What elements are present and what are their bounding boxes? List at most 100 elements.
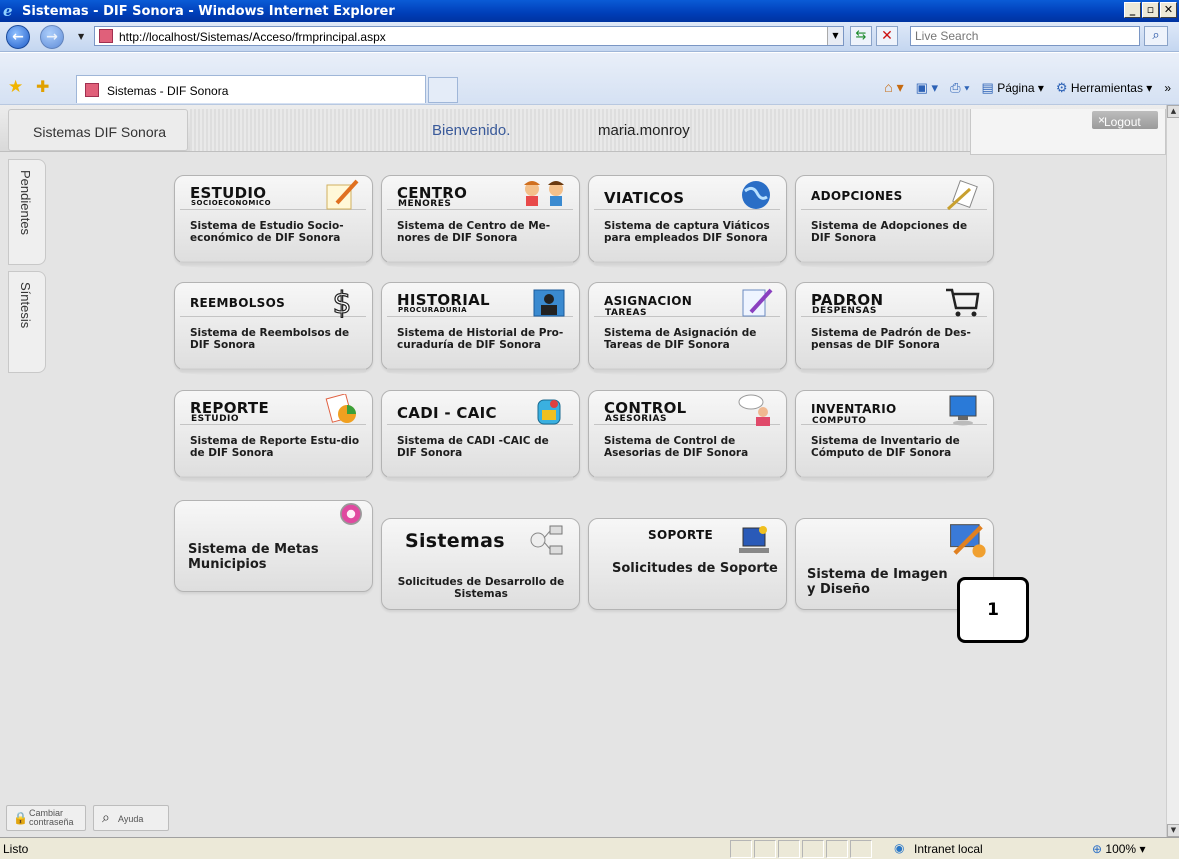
- tile-centro-menores[interactable]: CENTRO MENORES Sistema de Centro de Me-n…: [381, 175, 580, 269]
- vertical-scrollbar[interactable]: ▲ ▼: [1166, 105, 1179, 837]
- tile-viaticos[interactable]: VIATICOS Sistema de captura Viáticos par…: [588, 175, 787, 269]
- status-text: Listo: [3, 842, 29, 856]
- tile-control[interactable]: CONTROL ASESORIAS Sistema de Control de …: [588, 390, 787, 484]
- task-edit-icon: [742, 288, 773, 317]
- tile-historial[interactable]: HISTORIAL PROCURADURIA Sistema de Histor…: [381, 282, 580, 376]
- documents-icon: [946, 179, 978, 211]
- site-favicon-icon: [99, 29, 113, 43]
- security-zone[interactable]: ◉ Intranet local: [892, 840, 1072, 858]
- backpack-icon: [537, 399, 561, 425]
- scroll-down-button[interactable]: ▼: [1167, 824, 1179, 837]
- page-tab[interactable]: Sistemas - DIF Sonora: [76, 75, 426, 103]
- tile-header: Sistemas: [405, 530, 505, 552]
- tab-pendientes[interactable]: Pendientes: [8, 159, 46, 265]
- tile-reembolsos[interactable]: REEMBOLSOS Sistema de Reembolsos de DIF …: [174, 282, 373, 376]
- tile-title: CADI - CAIC: [397, 404, 497, 422]
- page-menu[interactable]: ▤ Página ▾: [982, 80, 1044, 96]
- search-box[interactable]: [910, 26, 1140, 46]
- change-password-label: Cambiar contraseña: [29, 808, 74, 827]
- ie-logo-icon: e: [3, 2, 13, 20]
- tile-description: Sistema de Imagen y Diseño: [807, 567, 948, 597]
- welcome-bar: Bienvenido. maria.monroy: [190, 109, 970, 151]
- dollar-icon: $: [332, 286, 352, 318]
- tile-description: Sistema de Padrón de Des-pensas de DIF S…: [811, 327, 971, 351]
- notepad-pencil-icon: [326, 179, 359, 210]
- new-tab-button[interactable]: [428, 77, 458, 103]
- back-button[interactable]: ←: [6, 25, 30, 49]
- tile-subtitle: ESTUDIO: [191, 414, 240, 424]
- tile-metas-municipios[interactable]: Sistema de Metas Municipios: [174, 500, 373, 594]
- url-text: http://localhost/Sistemas/Acceso/frmprin…: [119, 30, 386, 44]
- tile-subtitle: SOCIOECONOMICO: [191, 199, 272, 207]
- tile-description: Sistema de Inventario de Cómputo de DIF …: [811, 435, 960, 459]
- tile-description: Sistema de Adopciones de DIF Sonora: [811, 220, 968, 244]
- tile-subtitle: DESPENSAS: [812, 306, 877, 316]
- address-bar-row: ← → ▼ http://localhost/Sistemas/Acceso/f…: [0, 22, 1179, 52]
- tile-subtitle: ASESORIAS: [605, 414, 667, 424]
- tile-description: Sistema de Reporte Estu-dio de DIF Sonor…: [190, 435, 360, 459]
- refresh-button[interactable]: ⇆: [850, 26, 872, 46]
- person-folder-icon: [533, 289, 565, 317]
- forward-button[interactable]: →: [40, 25, 64, 49]
- tile-description: Solicitudes de Desarrollo de Sistemas: [397, 576, 565, 600]
- tile-adopciones[interactable]: ADOPCIONES Sistema de Adopciones de DIF …: [795, 175, 994, 269]
- tile-description: Solicitudes de Soporte: [612, 561, 778, 576]
- brand-box: Sistemas DIF Sonora: [8, 109, 188, 151]
- tile-description: Sistema de CADI -CAIC de DIF Sonora: [397, 435, 549, 459]
- tile-description: Sistema de Centro de Me-nores de DIF Son…: [397, 220, 551, 244]
- tab-pendientes-label: Pendientes: [18, 170, 33, 236]
- globe-icon: [742, 181, 770, 209]
- address-dropdown-button[interactable]: ▼: [827, 27, 843, 45]
- svg-text:$: $: [332, 286, 351, 318]
- tab-sintesis[interactable]: Síntesis: [8, 271, 46, 373]
- tile-asignacion[interactable]: ASIGNACION TAREAS Sistema de Asignación …: [588, 282, 787, 376]
- tile-soporte[interactable]: SOPORTE Solicitudes de Soporte: [588, 518, 787, 612]
- username-text: maria.monroy: [598, 122, 690, 139]
- tile-subtitle: PROCURADURIA: [398, 306, 468, 314]
- tile-cadi-caic[interactable]: CADI - CAIC Sistema de CADI -CAIC de DIF…: [381, 390, 580, 484]
- zoom-level[interactable]: ⊕ 100% ▾: [1092, 842, 1145, 856]
- tab-sintesis-label: Síntesis: [18, 282, 33, 329]
- search-button[interactable]: ⌕: [1144, 26, 1168, 46]
- tile-description: Sistema de captura Viáticos para emplead…: [604, 220, 770, 244]
- app-header: Sistemas DIF Sonora Bienvenido. maria.mo…: [0, 105, 1166, 155]
- tile-description: Sistema de Metas Municipios: [188, 542, 319, 572]
- help-button[interactable]: ⌕ Ayuda: [93, 805, 169, 831]
- tile-reporte[interactable]: REPORTE ESTUDIO Sistema de Reporte Estu-…: [174, 390, 373, 484]
- tab-row: ★ ✚ Sistemas - DIF Sonora ⌂ ▾ ▣ ▾ ⎙ ▾ ▤ …: [0, 53, 1179, 105]
- tile-estudio[interactable]: ESTUDIO SOCIOECONOMICO Sistema de Estudi…: [174, 175, 373, 269]
- add-favorites-icon[interactable]: ✚: [36, 77, 49, 96]
- logout-button[interactable]: × Logout: [1092, 111, 1158, 129]
- scroll-up-button[interactable]: ▲: [1167, 105, 1179, 118]
- magnifier-icon: ⌕: [102, 809, 110, 825]
- network-icon: [530, 525, 563, 555]
- close-window-button[interactable]: ✕: [1160, 2, 1177, 18]
- feeds-icon[interactable]: ▣ ▾: [916, 80, 938, 96]
- tile-padron[interactable]: PADRON DESPENSAS Sistema de Padrón de De…: [795, 282, 994, 376]
- recent-pages-dropdown[interactable]: ▼: [78, 32, 84, 41]
- change-password-button[interactable]: 🔒 Cambiar contraseña: [6, 805, 86, 831]
- tile-title: ASIGNACION: [604, 294, 693, 308]
- home-icon[interactable]: ⌂ ▾: [884, 79, 903, 96]
- paint-tools-icon: [950, 524, 986, 558]
- minimize-button[interactable]: _: [1124, 2, 1141, 18]
- favorites-star-icon[interactable]: ★: [8, 77, 23, 97]
- shopping-cart-icon: [946, 288, 980, 317]
- more-commands-icon[interactable]: »: [1164, 81, 1171, 95]
- zone-label: Intranet local: [914, 842, 983, 856]
- restore-button[interactable]: ▫: [1142, 2, 1159, 18]
- tile-description: Sistema de Asignación de Tareas de DIF S…: [604, 327, 757, 351]
- tools-menu[interactable]: ⚙ Herramientas ▾: [1056, 80, 1152, 96]
- tile-subtitle: TAREAS: [605, 308, 647, 318]
- tab-favicon-icon: [85, 83, 99, 97]
- tile-sistemas[interactable]: Sistemas Solicitudes de Desarrollo de Si…: [381, 518, 580, 612]
- tile-inventario[interactable]: INVENTARIO COMPUTO Sistema de Inventario…: [795, 390, 994, 484]
- stop-button[interactable]: ✕: [876, 26, 898, 46]
- report-chart-icon: [325, 394, 356, 423]
- search-input[interactable]: [911, 27, 1111, 45]
- address-field[interactable]: http://localhost/Sistemas/Acceso/frmprin…: [94, 26, 844, 46]
- tile-title: REEMBOLSOS: [190, 296, 286, 310]
- tile-title: VIATICOS: [604, 189, 685, 207]
- print-icon[interactable]: ⎙ ▾: [950, 80, 969, 96]
- tile-subtitle: COMPUTO: [812, 416, 867, 426]
